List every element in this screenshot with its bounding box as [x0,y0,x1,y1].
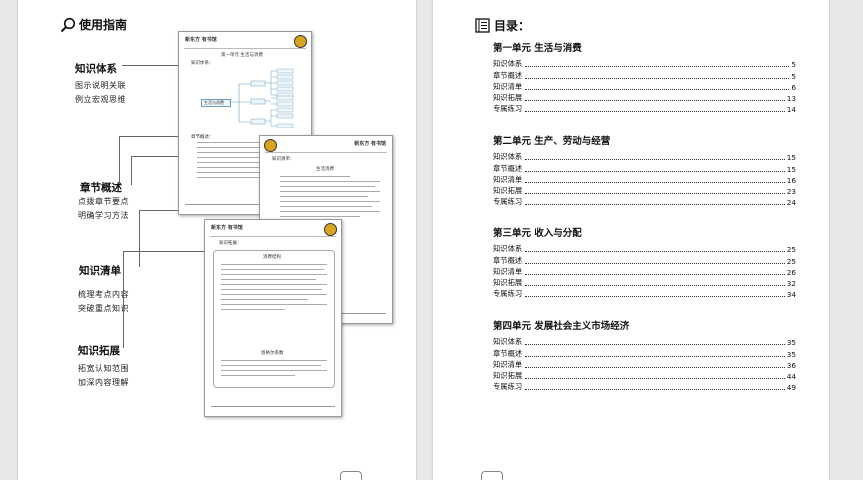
page-footer-book-icon [340,471,362,480]
toc-entry[interactable]: 知识清单 6 [493,81,796,92]
section-desc-knowledge-extension: 拓宽认知范围 加深内容理解 [78,364,129,387]
toc-entry[interactable]: 知识体系 5 [493,58,796,69]
sample-page-knowledge-extension: 新东方 有书馆 知识拓展： 消费结构 恩格尔系数 [204,219,342,417]
toc-entry[interactable]: 专属练习 24 [493,196,796,207]
section-desc-chapter-overview: 点拨章节要点 明确学习方法 [78,197,129,220]
page-footer-book-icon [481,471,503,480]
toc-entry[interactable]: 专属练习 49 [493,381,796,392]
publisher-logo-icon [264,139,277,152]
toc-entry[interactable]: 知识清单 16 [493,174,796,185]
toc-page: 目录： 第一单元 生活与消费 知识体系 5 章节概述 5 知识清单 6 知识拓展 13 … [433,0,829,480]
toc-unit-title[interactable]: 第三单元 收入与分配 [493,226,796,242]
toc-entry[interactable]: 章节概述 25 [493,254,796,266]
toc-unit-title[interactable]: 第四单元 发展社会主义市场经济 [493,319,796,335]
toc-entry[interactable]: 知识体系 15 [493,151,796,162]
section-label-knowledge-extension: 知识拓展 [78,345,120,357]
guide-page: 使用指南 知识体系 图示说明关联 例立宏观思维 章节概述 点拨章节要点 明确学习方法… [18,0,416,480]
toc-unit-1: 第一单元 生活与消费 知识体系 5 章节概述 5 知识清单 6 知识拓展 13 专属练习… [493,41,796,114]
toc-entry[interactable]: 章节概述 15 [493,162,796,174]
toc-heading: 目录： [475,17,530,34]
toc-entry[interactable]: 知识拓展 44 [493,370,796,381]
section-desc-knowledge-list: 梳理考点内容 突破重点知识 [78,290,129,313]
toc-entry[interactable]: 知识清单 36 [493,359,796,370]
magnifier-icon [60,17,76,32]
toc-unit-2: 第二单元 生产、劳动与经营 知识体系 15 章节概述 15 知识清单 16 知识拓展 2… [493,134,796,207]
guide-title: 使用指南 [79,18,128,32]
connector-line [123,251,206,348]
toc-entry[interactable]: 知识拓展 13 [493,92,796,103]
toc-entry[interactable]: 章节概述 35 [493,347,796,359]
toc-entry[interactable]: 专属练习 14 [493,103,796,114]
section-desc-knowledge-system: 图示说明关联 例立宏观思维 [75,81,126,104]
toc-title: 目录： [494,19,531,33]
section-label-knowledge-system: 知识体系 [75,63,117,75]
publisher-logo-icon [294,35,307,48]
section-label-chapter-overview: 章节概述 [80,182,122,194]
publisher-logo-icon [324,223,337,236]
toc-unit-title[interactable]: 第一单元 生活与消费 [493,41,796,57]
toc-entry[interactable]: 知识体系 25 [493,243,796,254]
toc-unit-title[interactable]: 第二单元 生产、劳动与经营 [493,134,796,150]
toc-entry[interactable]: 知识拓展 23 [493,185,796,196]
toc-entry[interactable]: 知识拓展 32 [493,277,796,288]
guide-heading: 使用指南 [60,16,127,33]
toc-entry[interactable]: 章节概述 5 [493,69,796,81]
toc-unit-4: 第四单元 发展社会主义市场经济 知识体系 35 章节概述 35 知识清单 36 知识拓… [493,319,796,392]
toc-unit-3: 第三单元 收入与分配 知识体系 25 章节概述 25 知识清单 26 知识拓展 32 专… [493,226,796,299]
toc-entry[interactable]: 知识清单 26 [493,266,796,277]
section-label-knowledge-list: 知识清单 [79,265,121,277]
toc-entry[interactable]: 专属练习 34 [493,288,796,299]
toc-entry[interactable]: 知识体系 35 [493,336,796,347]
book-list-icon [475,18,490,33]
